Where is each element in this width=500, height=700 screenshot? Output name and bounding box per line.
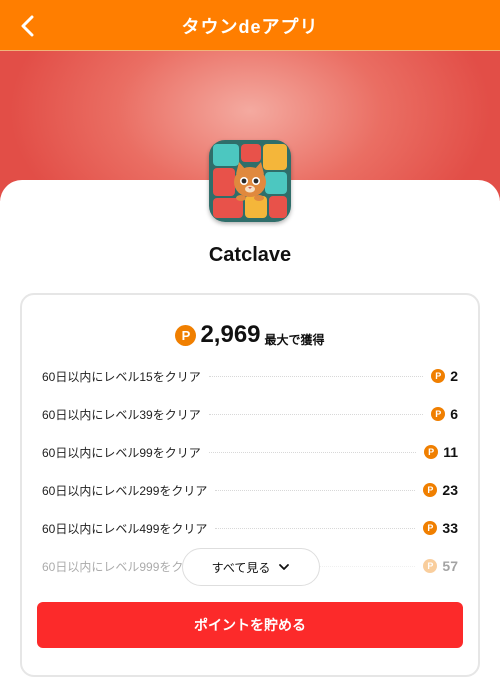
- max-points-summary: P 2,969 最大で獲得: [22, 320, 478, 350]
- reward-points-value: 33: [442, 520, 458, 536]
- reward-points-value: 23: [442, 482, 458, 498]
- dotted-leader: [208, 375, 424, 377]
- point-coin-icon: P: [423, 559, 438, 573]
- reward-points-value: 11: [443, 444, 458, 460]
- reward-item: 60日以内にレベル99をクリア P 11: [42, 433, 458, 471]
- max-points-label: 最大で獲得: [264, 332, 325, 347]
- reward-points: P 23: [423, 482, 458, 498]
- app-header: タウンdeアプリ: [0, 0, 500, 51]
- reward-item: 60日以内にレベル15をクリア P 2: [42, 357, 458, 395]
- reward-points: P 33: [423, 520, 458, 536]
- app-name: Catclave: [208, 244, 292, 266]
- point-coin-icon: P: [431, 369, 446, 383]
- reward-item: 60日以内にレベル499をクリア P 33: [42, 509, 458, 547]
- max-points-value: 2,969: [200, 321, 261, 348]
- reward-points-value: 57: [442, 558, 458, 574]
- dotted-leader: [215, 489, 416, 491]
- dotted-leader: [208, 413, 424, 415]
- point-coin-icon: P: [431, 407, 446, 421]
- reward-points-value: 2: [450, 368, 458, 384]
- point-coin-icon: P: [423, 483, 438, 497]
- reward-label: 60日以内にレベル299をクリア: [42, 483, 208, 498]
- see-all-button[interactable]: すべて見る: [182, 548, 320, 586]
- reward-points: P 2: [431, 368, 458, 384]
- header-title: タウンdeアプリ: [181, 17, 319, 37]
- reward-label: 60日以内にレベル99をクリア: [42, 445, 201, 460]
- chevron-down-icon: [279, 564, 290, 570]
- see-all-label: すべて見る: [211, 560, 271, 575]
- point-coin-icon: P: [175, 324, 197, 346]
- reward-points: P 11: [424, 444, 458, 460]
- point-coin-icon: P: [423, 521, 438, 535]
- reward-points-value: 6: [450, 406, 458, 422]
- dotted-leader: [208, 451, 417, 453]
- reward-item: 60日以内にレベル39をクリア P 6: [42, 395, 458, 433]
- reward-points: P 6: [431, 406, 458, 422]
- reward-label: 60日以内にレベル999をク: [42, 559, 184, 574]
- reward-item: 60日以内にレベル299をクリア P 23: [42, 471, 458, 509]
- reward-label: 60日以内にレベル15をクリア: [42, 369, 201, 384]
- dotted-leader: [215, 527, 416, 529]
- reward-label: 60日以内にレベル39をクリア: [42, 407, 201, 422]
- reward-points: P 57: [423, 558, 458, 574]
- reward-label: 60日以内にレベル499をクリア: [42, 521, 208, 536]
- app-icon: [209, 140, 291, 222]
- rewards-card: P 2,969 最大で獲得 60日以内にレベル15をクリア P 2 60日以内に…: [20, 293, 480, 677]
- point-coin-icon: P: [424, 445, 439, 459]
- save-points-button[interactable]: ポイントを貯める: [37, 602, 463, 648]
